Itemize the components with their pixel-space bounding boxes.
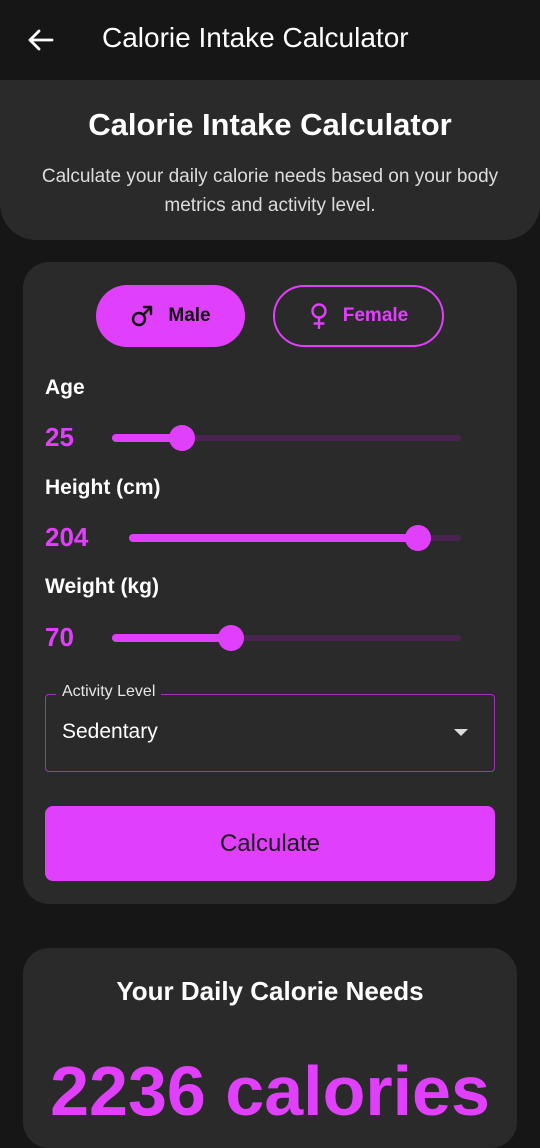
male-button[interactable]: Male [96,285,245,347]
female-button[interactable]: Female [273,285,444,347]
height-slider[interactable] [129,525,461,551]
weight-value: 70 [45,622,74,652]
male-label: Male [168,305,211,326]
back-arrow-icon[interactable] [26,26,54,54]
activity-level-label: Activity Level [56,683,162,701]
female-label: Female [342,305,409,326]
age-label: Age [45,376,85,399]
weight-slider-thumb[interactable] [217,625,244,651]
page-subtitle: Calculate your daily calorie needs based… [41,166,499,216]
height-label: Height (cm) [45,476,161,499]
header-panel: Calorie Intake Calculator Calculate your… [0,80,540,240]
result-title: Your Daily Calorie Needs [116,976,424,1006]
height-slider-thumb[interactable] [404,525,431,551]
age-slider[interactable] [112,425,461,451]
dropdown-arrow-icon [454,729,468,736]
age-value: 25 [45,422,74,452]
page-title: Calorie Intake Calculator [88,107,452,142]
male-icon [132,305,153,327]
app-bar-title: Calorie Intake Calculator [102,22,409,53]
weight-slider[interactable] [112,625,461,651]
height-slider-fill [129,534,418,542]
weight-slider-fill [112,634,231,642]
age-slider-thumb[interactable] [168,425,195,451]
activity-level-value: Sedentary [62,720,158,743]
result-value: 2236 calories [50,1052,490,1130]
app-bar: Calorie Intake Calculator [0,0,540,80]
height-value: 204 [45,522,89,552]
activity-level-dropdown[interactable]: Activity Level Sedentary [45,683,495,772]
female-icon [311,303,327,329]
calculate-button[interactable]: Calculate [45,806,495,881]
input-card: Male Female Age 25 Height (cm) 204 Weigh… [23,262,517,904]
result-card: Your Daily Calorie Needs 2236 calories [23,948,517,1148]
weight-label: Weight (kg) [45,575,159,598]
